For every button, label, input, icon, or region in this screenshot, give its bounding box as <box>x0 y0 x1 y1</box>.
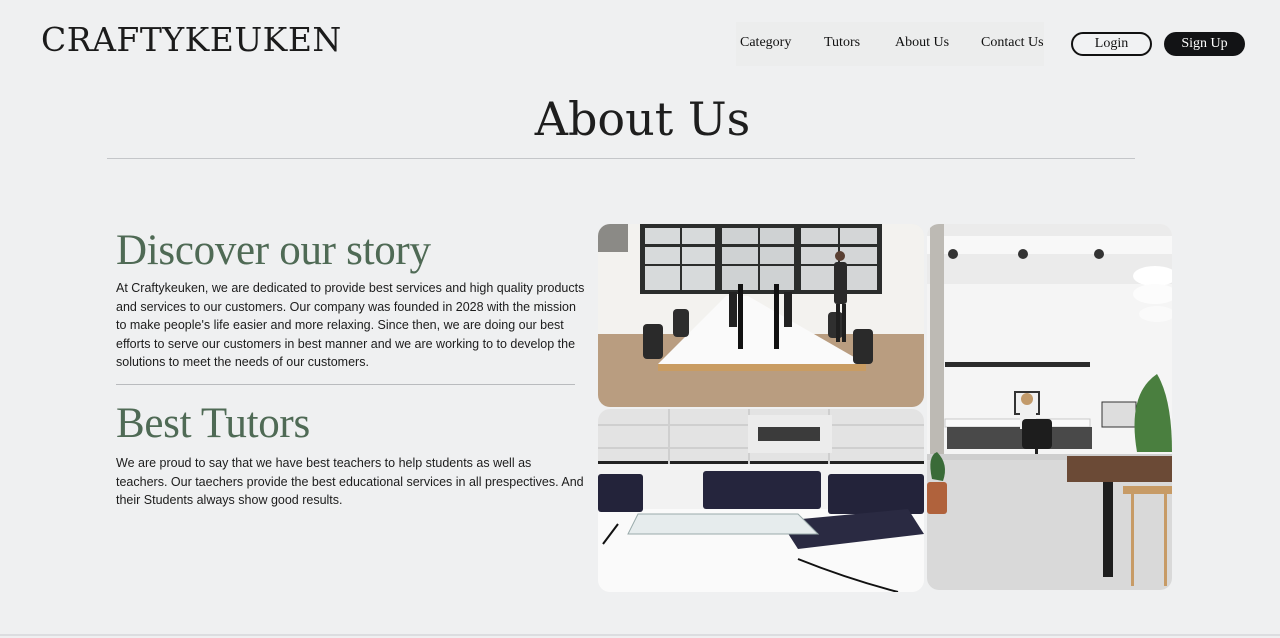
nav-about-us[interactable]: About Us <box>895 35 949 51</box>
tutors-heading: Best Tutors <box>116 400 310 447</box>
site-logo[interactable]: CRAFTYKEUKEN <box>41 20 342 59</box>
nav-tutors[interactable]: Tutors <box>824 35 860 51</box>
signup-button[interactable]: Sign Up <box>1164 32 1245 56</box>
login-button[interactable]: Login <box>1071 32 1152 56</box>
studio-workspace-photo <box>927 224 1172 590</box>
page-title: About Us <box>534 92 751 146</box>
nav-contact-us[interactable]: Contact Us <box>981 35 1044 51</box>
story-text: At Craftykeuken, we are dedicated to pro… <box>116 281 585 369</box>
title-divider <box>107 158 1135 159</box>
tutors-text: We are proud to say that we have best te… <box>116 456 584 507</box>
office-workspace-photo <box>598 224 924 407</box>
nav-category[interactable]: Category <box>740 35 791 51</box>
section-divider <box>116 384 575 385</box>
lounge-chairs-photo <box>598 409 924 592</box>
main-nav: Category Tutors About Us Contact Us <box>736 22 1044 66</box>
story-heading: Discover our story <box>116 227 431 274</box>
